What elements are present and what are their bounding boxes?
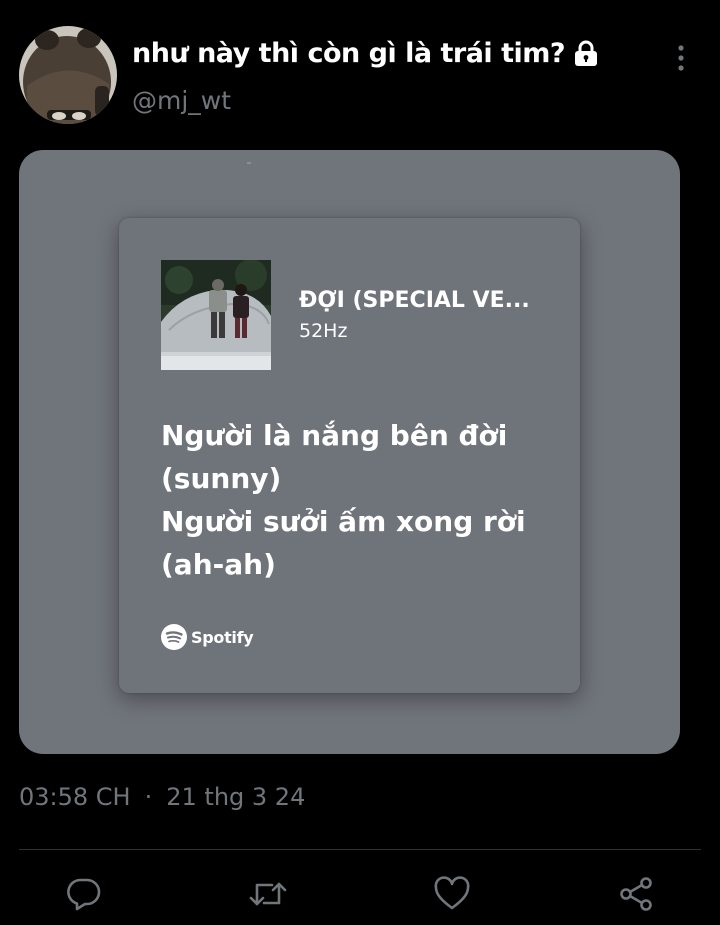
more-vertical-icon (678, 45, 684, 71)
album-art (161, 260, 271, 370)
artist-name: 52Hz (299, 320, 348, 342)
tweet-time: 03:58 CH (19, 783, 131, 811)
avatar-image (19, 26, 117, 124)
lock-icon (571, 39, 601, 69)
reply-button[interactable] (64, 874, 104, 914)
media-card[interactable]: ĐỢI (SPECIAL VE... 52Hz Người là nắng bê… (19, 150, 680, 754)
like-button[interactable] (432, 874, 472, 914)
user-handle[interactable]: @mj_wt (132, 86, 231, 115)
lyric-line: (ah-ah) (161, 548, 276, 581)
divider (19, 849, 701, 850)
timestamp-separator: · (144, 783, 153, 811)
more-options-button[interactable] (668, 42, 694, 74)
spotify-lyrics-card: ĐỢI (SPECIAL VE... 52Hz Người là nắng bê… (119, 218, 580, 693)
retweet-icon (249, 882, 287, 906)
song-title: ĐỢI (SPECIAL VE... (299, 288, 530, 313)
spotify-label: Spotify (191, 627, 254, 647)
spotify-icon (161, 624, 187, 650)
lyric-line: (sunny) (161, 462, 282, 495)
tweet-date: 21 thg 3 24 (166, 783, 306, 811)
share-icon (620, 877, 652, 911)
timestamp-row: 03:58 CH · 21 thg 3 24 (19, 783, 305, 811)
retweet-button[interactable] (248, 874, 288, 914)
reply-icon (67, 878, 101, 911)
share-button[interactable] (616, 874, 656, 914)
spotify-badge: Spotify (161, 624, 254, 650)
lyrics: Người là nắng bên đời (sunny) Người sưởi… (161, 414, 561, 586)
lyric-line: Người là nắng bên đời (161, 419, 508, 452)
display-name-text: như này thì còn gì là trái tim? (132, 38, 566, 69)
avatar[interactable] (19, 26, 117, 124)
display-name[interactable]: như này thì còn gì là trái tim? (132, 38, 601, 69)
lyric-line: Người sưởi ấm xong rời (161, 505, 526, 538)
media-dot (247, 162, 251, 164)
heart-icon (434, 876, 470, 910)
